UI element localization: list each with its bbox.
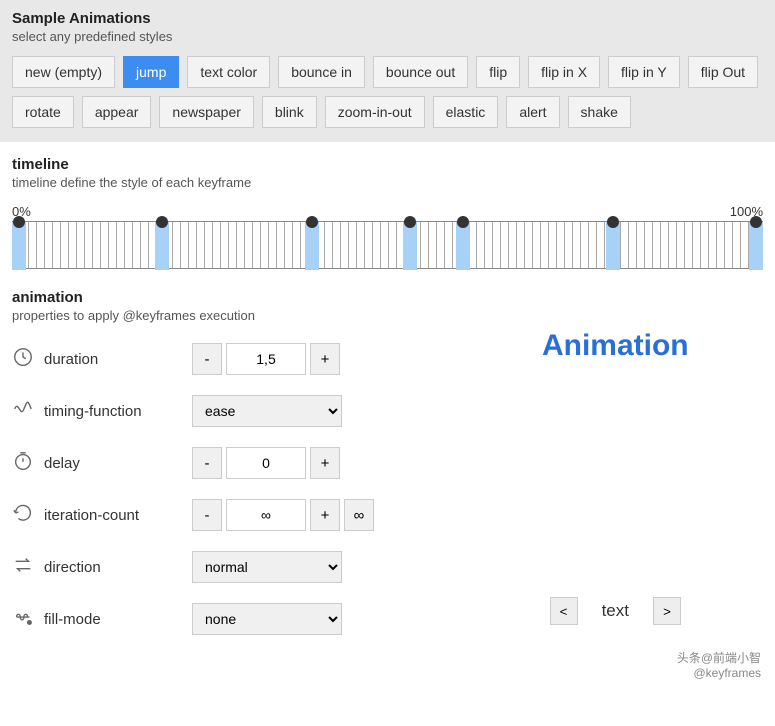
- iteration-plus-button[interactable]: +: [310, 499, 340, 531]
- delay-plus-button[interactable]: +: [310, 447, 340, 479]
- sample-jump-button[interactable]: jump: [123, 56, 179, 88]
- sample-newspaper-button[interactable]: newspaper: [159, 96, 254, 128]
- duration-plus-button[interactable]: +: [310, 343, 340, 375]
- timeline-labels: 0% 100%: [12, 204, 763, 219]
- fillmode-select[interactable]: none: [192, 603, 342, 635]
- preview-next-button[interactable]: >: [653, 597, 681, 625]
- keyframe-handle[interactable]: [12, 222, 26, 270]
- sample-shake-button[interactable]: shake: [568, 96, 631, 128]
- preview-prev-button[interactable]: <: [550, 597, 578, 625]
- samples-button-row: new (empty)jumptext colorbounce inbounce…: [12, 56, 763, 128]
- keyframe-handle[interactable]: [403, 222, 417, 270]
- keyframe-handle[interactable]: [305, 222, 319, 270]
- delay-stepper: - +: [192, 447, 340, 479]
- delay-input[interactable]: [226, 447, 306, 479]
- iteration-minus-button[interactable]: -: [192, 499, 222, 531]
- stopwatch-icon: [12, 450, 34, 476]
- duration-input[interactable]: [226, 343, 306, 375]
- iteration-label: iteration-count: [44, 507, 139, 524]
- watermark: 头条@前端小智 @keyframes: [0, 645, 775, 684]
- preview-nav: < text >: [550, 597, 681, 625]
- sample-flip-out-button[interactable]: flip Out: [688, 56, 758, 88]
- sample-flip-in-y-button[interactable]: flip in Y: [608, 56, 680, 88]
- keyframe-handle[interactable]: [155, 222, 169, 270]
- fillmode-label: fill-mode: [44, 611, 101, 628]
- iteration-infinity-button[interactable]: ∞: [344, 499, 374, 531]
- timeline-title: timeline: [12, 156, 763, 173]
- animation-title: animation: [12, 289, 448, 306]
- prop-direction-row: direction normal: [12, 551, 448, 583]
- sample-bounce-out-button[interactable]: bounce out: [373, 56, 468, 88]
- duration-stepper: - +: [192, 343, 340, 375]
- sample-rotate-button[interactable]: rotate: [12, 96, 74, 128]
- prop-timing-row: timing-function ease: [12, 395, 448, 427]
- delay-minus-button[interactable]: -: [192, 447, 222, 479]
- direction-select[interactable]: normal: [192, 551, 342, 583]
- sample-elastic-button[interactable]: elastic: [433, 96, 499, 128]
- repeat-icon: [12, 502, 34, 528]
- iteration-stepper: - + ∞: [192, 499, 374, 531]
- timeline-subtitle: timeline define the style of each keyfra…: [12, 175, 763, 190]
- animation-section: animation properties to apply @keyframes…: [0, 269, 775, 645]
- keyframe-handle[interactable]: [749, 222, 763, 270]
- timing-select[interactable]: ease: [192, 395, 342, 427]
- prop-fillmode-row: fill-mode none: [12, 603, 448, 635]
- timing-label: timing-function: [44, 403, 142, 420]
- samples-title: Sample Animations: [12, 10, 763, 27]
- sample-flip-in-x-button[interactable]: flip in X: [528, 56, 600, 88]
- duration-label: duration: [44, 351, 98, 368]
- sample-new-empty--button[interactable]: new (empty): [12, 56, 115, 88]
- watermark-line1: 头条@前端小智: [14, 649, 761, 666]
- animation-properties-panel: animation properties to apply @keyframes…: [12, 289, 448, 635]
- sample-text-color-button[interactable]: text color: [187, 56, 270, 88]
- watermark-line2: @keyframes: [14, 666, 761, 680]
- timeline-track[interactable]: [12, 221, 763, 269]
- keyframe-handle[interactable]: [456, 222, 470, 270]
- delay-label: delay: [44, 455, 80, 472]
- sample-zoom-in-out-button[interactable]: zoom-in-out: [325, 96, 425, 128]
- prop-delay-row: delay - +: [12, 447, 448, 479]
- clock-icon: [12, 346, 34, 372]
- samples-subtitle: select any predefined styles: [12, 29, 763, 44]
- preview-mode-label: text: [602, 601, 629, 621]
- timeline-section: timeline timeline define the style of ea…: [0, 142, 775, 269]
- direction-arrows-icon: [12, 554, 34, 580]
- sample-blink-button[interactable]: blink: [262, 96, 317, 128]
- iteration-input[interactable]: [226, 499, 306, 531]
- sample-bounce-in-button[interactable]: bounce in: [278, 56, 365, 88]
- samples-section: Sample Animations select any predefined …: [0, 0, 775, 142]
- prop-iteration-row: iteration-count - + ∞: [12, 499, 448, 531]
- preview-panel: Animation < text >: [468, 289, 763, 635]
- direction-label: direction: [44, 559, 101, 576]
- keyframe-handle[interactable]: [606, 222, 620, 270]
- animation-subtitle: properties to apply @keyframes execution: [12, 308, 448, 323]
- sample-appear-button[interactable]: appear: [82, 96, 152, 128]
- preview-title: Animation: [542, 329, 689, 363]
- sample-flip-button[interactable]: flip: [476, 56, 520, 88]
- sample-alert-button[interactable]: alert: [506, 96, 559, 128]
- easing-curve-icon: [12, 398, 34, 424]
- prop-duration-row: duration - +: [12, 343, 448, 375]
- duration-minus-button[interactable]: -: [192, 343, 222, 375]
- fill-mode-icon: [12, 606, 34, 632]
